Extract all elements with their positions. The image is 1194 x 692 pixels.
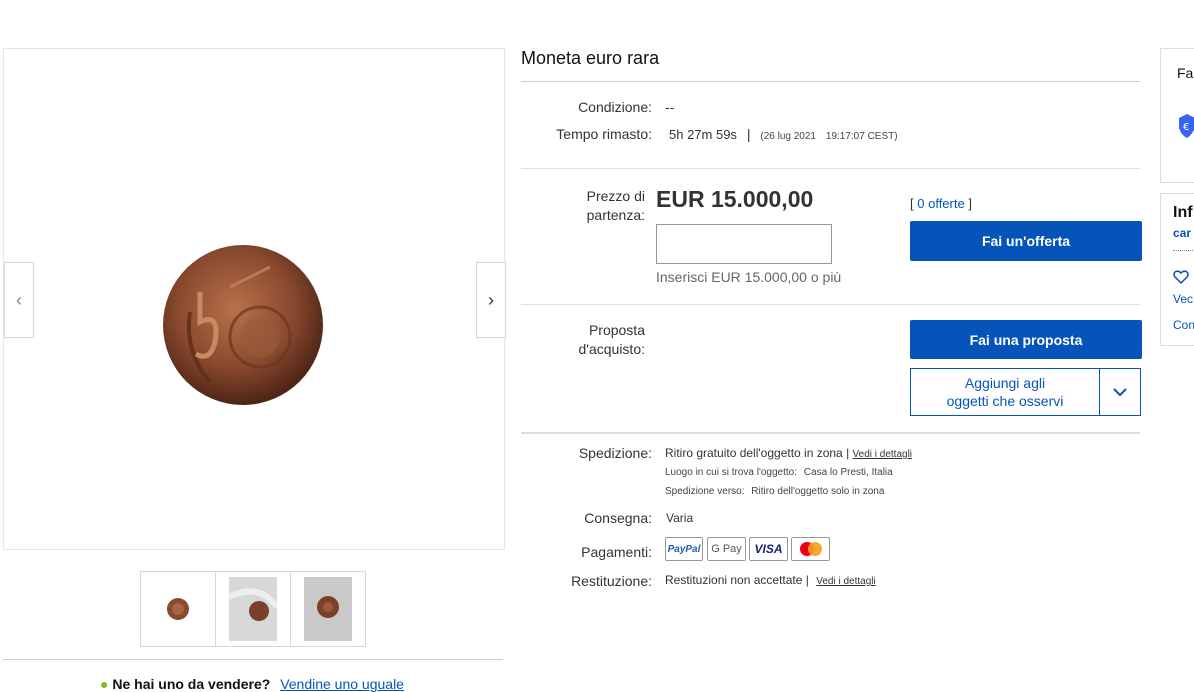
watchlist-line1: Aggiungi agli	[964, 375, 1046, 391]
image-gallery: ‹ ›	[3, 48, 506, 550]
shipping-details-link[interactable]: Vedi i dettagli	[853, 449, 913, 460]
returns-value: Restituzioni non accettate |	[665, 573, 809, 587]
ships-to-value: Ritiro dell'oggetto solo in zona	[751, 486, 885, 497]
coin-photo-thumbnail	[229, 577, 277, 641]
best-offer-label-line1: Proposta	[588, 322, 645, 338]
gallery-next-button[interactable]: ›	[476, 262, 506, 338]
returns-info: Restituzioni non accettate | Vedi i dett…	[665, 573, 876, 587]
chevron-left-icon: ‹	[16, 289, 22, 310]
offers-bracket-close: ]	[968, 196, 972, 211]
shipping-label: Spedizione:	[578, 445, 652, 461]
watchlist-dropdown-button[interactable]	[1099, 368, 1141, 416]
offers-bracket-open: [	[910, 196, 914, 211]
info-card-link[interactable]: car	[1173, 226, 1191, 240]
heart-icon[interactable]	[1173, 270, 1189, 284]
coin-thumbnail-image	[167, 598, 189, 620]
delivery-value: Varia	[666, 511, 694, 525]
visa-logo: VISA	[749, 537, 788, 561]
mastercard-logo	[791, 537, 830, 561]
ships-to-label: Spedizione verso:	[665, 486, 745, 497]
place-bid-button[interactable]: Fai un'offerta	[910, 221, 1142, 261]
returns-details-link[interactable]: Vedi i dettagli	[816, 576, 876, 587]
item-location-label: Luogo in cui si trova l'oggetto:	[665, 467, 797, 478]
mastercard-icon	[799, 542, 822, 556]
time-left-label: Tempo rimasto:	[556, 126, 652, 142]
divider	[521, 304, 1140, 305]
returns-label: Restituzione:	[571, 573, 652, 589]
end-date: (26 lug 2021	[760, 131, 816, 142]
time-left: 5h 27m 59s | (26 lug 2021 19:17:07 CEST)	[669, 126, 898, 142]
paypal-logo: PayPal	[665, 537, 703, 561]
ships-to: Spedizione verso: Ritiro dell'oggetto so…	[665, 486, 884, 497]
gallery-prev-button[interactable]: ‹	[4, 262, 34, 338]
bid-hint: Inserisci EUR 15.000,00 o più	[656, 269, 842, 285]
info-card-link-3[interactable]: Con	[1173, 318, 1194, 332]
watchlist-line2: oggetti che osservi	[946, 393, 1064, 409]
thumbnail-1[interactable]	[140, 571, 216, 647]
tag-icon: ●	[100, 676, 109, 692]
condition-value: --	[665, 99, 675, 115]
chevron-right-icon: ›	[488, 289, 494, 310]
divider	[521, 432, 1140, 434]
end-time: 19:17:07 CEST)	[825, 131, 898, 142]
chevron-down-icon	[1113, 388, 1127, 397]
shipping-info: Ritiro gratuito dell'oggetto in zona | V…	[665, 446, 912, 460]
best-offer-label: Proposta d'acquisto:	[530, 321, 646, 359]
offers-link[interactable]: 0 offerte	[917, 196, 964, 211]
coin-main-image	[163, 245, 323, 405]
divider	[3, 659, 503, 660]
google-pay-logo: G Pay	[707, 537, 746, 561]
sell-text: Ne hai uno da vendere?	[112, 676, 271, 692]
seller-card-title: Fa	[1177, 65, 1194, 81]
item-location: Luogo in cui si trova l'oggetto: Casa lo…	[665, 467, 893, 478]
coin-photo-thumbnail	[304, 577, 352, 641]
time-left-value: 5h 27m 59s	[669, 127, 737, 142]
info-card-title: Inf	[1173, 204, 1193, 221]
sell-similar: ● Ne hai uno da vendere? Vendine uno ugu…	[100, 676, 404, 692]
svg-text:€: €	[1183, 122, 1189, 133]
best-offer-label-line2: d'acquisto:	[578, 341, 646, 357]
thumbnail-3[interactable]	[290, 571, 366, 647]
shield-euro-icon: €	[1179, 114, 1194, 138]
shipping-value: Ritiro gratuito dell'oggetto in zona |	[665, 446, 850, 460]
divider	[1173, 250, 1194, 251]
divider	[521, 168, 1140, 169]
start-price: EUR 15.000,00	[656, 186, 814, 212]
start-price-label-line1: Prezzo di	[586, 188, 645, 204]
payments-label: Pagamenti:	[581, 544, 652, 560]
seller-card: Fa €	[1160, 48, 1194, 183]
time-separator: |	[746, 126, 751, 142]
item-title: Moneta euro rara	[521, 48, 660, 68]
thumbnail-2[interactable]	[215, 571, 291, 647]
bid-amount-input[interactable]	[656, 224, 832, 264]
make-offer-button[interactable]: Fai una proposta	[910, 320, 1142, 359]
divider	[521, 81, 1140, 82]
add-to-watchlist-button[interactable]: Aggiungi agli oggetti che osservi	[910, 368, 1099, 416]
offers-count: [ 0 offerte ]	[910, 196, 972, 211]
sell-similar-link[interactable]: Vendine uno uguale	[280, 676, 404, 692]
start-price-label-line2: partenza:	[586, 207, 645, 223]
item-location-value: Casa lo Presti, Italia	[803, 467, 893, 478]
condition-label: Condizione:	[578, 99, 652, 115]
info-card: Inf car Vec Con	[1160, 193, 1194, 346]
info-card-link-2[interactable]: Vec	[1173, 292, 1193, 306]
delivery-label: Consegna:	[584, 510, 652, 526]
start-price-label: Prezzo di partenza:	[530, 187, 645, 225]
